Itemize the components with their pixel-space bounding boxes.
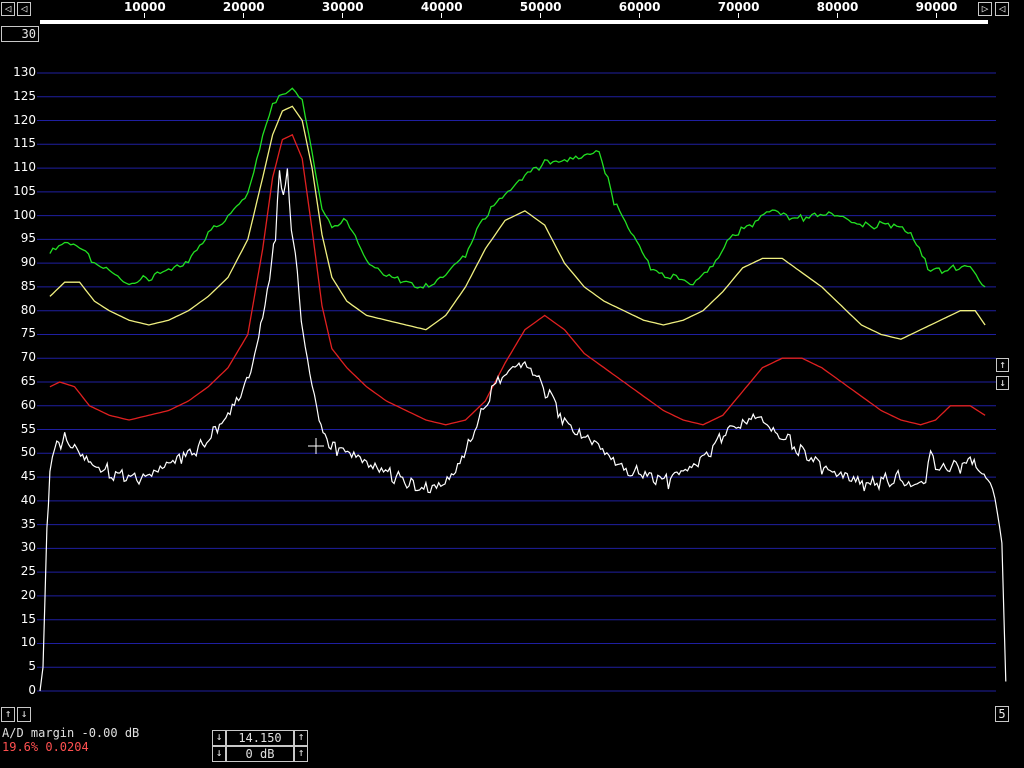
up-arrow-icon: ↑ [297, 730, 305, 743]
y-tick-label: 90 [20, 255, 36, 270]
y-tick-label: 120 [13, 112, 36, 127]
value1-up-button[interactable]: ↑ [294, 730, 308, 746]
y-tick-label: 95 [20, 231, 36, 246]
value2-text: 0 dB [245, 747, 275, 761]
up-arrow-icon: ↑ [297, 746, 305, 759]
y-tick-label: 70 [20, 350, 36, 365]
offset-down-button[interactable]: ↓ [17, 707, 31, 722]
y-tick-label: 85 [20, 278, 36, 293]
value2-field[interactable]: 0 dB [226, 746, 294, 762]
y-tick-label: 110 [13, 160, 36, 175]
y-tick-label: 20 [20, 587, 36, 602]
down-arrow-icon: ↓ [215, 730, 223, 743]
down-arrow-icon: ↓ [20, 707, 28, 720]
up-arrow-icon: ↑ [4, 707, 12, 720]
level-status: 19.6% 0.0204 [2, 740, 89, 754]
scale-down-button[interactable]: ↓ [996, 376, 1009, 390]
y-tick-label: 65 [20, 374, 36, 388]
y-tick-label: 100 [13, 207, 36, 222]
up-arrow-icon: ↑ [999, 358, 1006, 371]
spectrum-analyzer-window: ◁ ◁ ▷ ◁ 10000 20000 30000 40000 50000 60000 70… [0, 0, 1024, 768]
y-tick-label: 55 [20, 421, 36, 436]
ad-margin-status: A/D margin -0.00 dB [2, 726, 140, 740]
y-tick-label: 75 [20, 326, 36, 341]
value2-up-button[interactable]: ↑ [294, 746, 308, 762]
y-tick-label: 0 [28, 683, 36, 697]
spectrum-series-line [49, 105, 986, 340]
y-tick-label: 80 [20, 302, 36, 317]
amplitude-scale: 130 125 120 115 110 105 100 95 90 85 80 75 70 65 60 55 5… [0, 0, 36, 768]
y-tick-label: 25 [20, 564, 36, 579]
value1-down-button[interactable]: ↓ [212, 730, 226, 746]
y-tick-label: 35 [20, 516, 36, 531]
value1-text: 14.150 [238, 731, 282, 745]
y-tick-label: 50 [20, 445, 36, 460]
spectrum-plot[interactable] [0, 0, 1024, 768]
down-arrow-icon: ↓ [215, 746, 223, 759]
scale-up-button[interactable]: ↑ [996, 358, 1009, 372]
y-tick-label: 115 [13, 136, 36, 151]
value1-field[interactable]: 14.150 [226, 730, 294, 746]
value2-down-button[interactable]: ↓ [212, 746, 226, 762]
y-tick-label: 105 [13, 183, 36, 198]
down-arrow-icon: ↓ [999, 376, 1006, 389]
y-tick-label: 5 [28, 659, 36, 674]
y-tick-label: 40 [20, 492, 36, 507]
y-tick-label: 60 [20, 397, 36, 412]
offset-up-button[interactable]: ↑ [1, 707, 15, 722]
y-tick-label: 130 [13, 65, 36, 79]
spectrum-series-line [49, 133, 986, 426]
y-tick-label: 10 [20, 635, 36, 650]
y-tick-label: 45 [20, 469, 36, 484]
bottom-right-scale-value: 5 [998, 707, 1006, 721]
y-tick-label: 30 [20, 540, 36, 555]
spectrum-series-line [49, 87, 986, 289]
y-tick-label: 125 [13, 88, 36, 103]
bottom-right-scale-box[interactable]: 5 [995, 706, 1009, 722]
y-tick-label: 15 [20, 611, 36, 626]
